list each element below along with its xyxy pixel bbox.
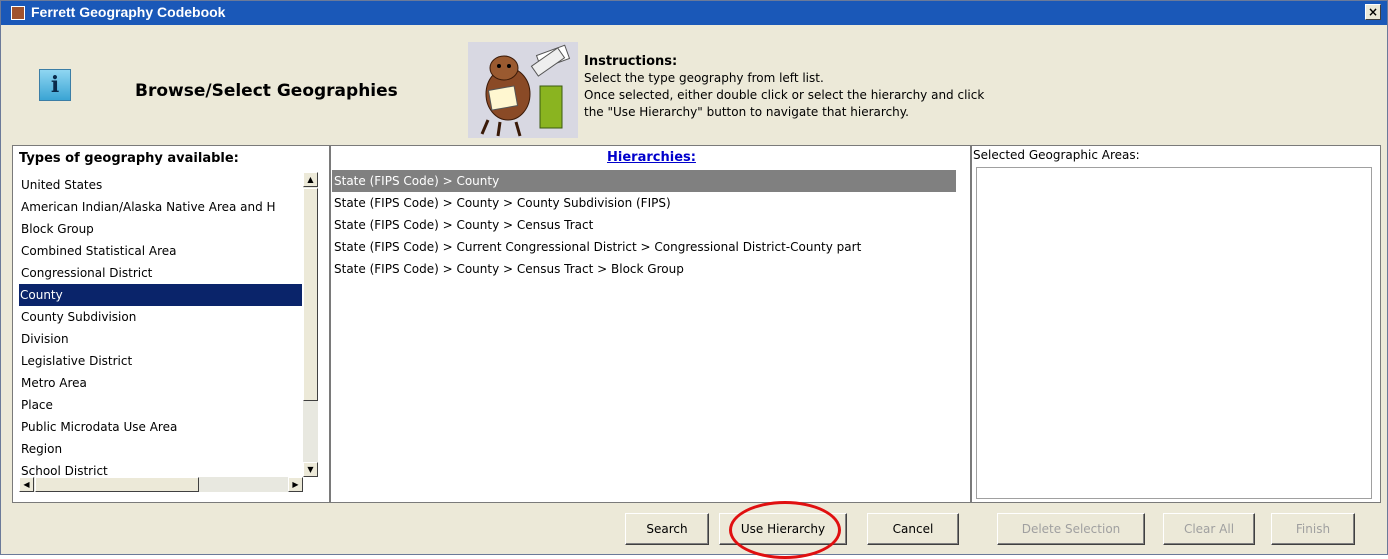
instructions-heading: Instructions: (584, 54, 678, 69)
scroll-left-icon[interactable]: ◀ (19, 477, 34, 492)
info-icon: i (39, 69, 71, 101)
hierarchy-item-state-congressional-district[interactable]: State (FIPS Code) > Current Congressiona… (332, 236, 956, 258)
instructions-line-1: Select the type geography from left list… (584, 71, 824, 85)
list-item-place[interactable]: Place (20, 394, 301, 416)
hierarchies-list[interactable]: State (FIPS Code) > County State (FIPS C… (332, 170, 956, 280)
types-horizontal-scrollbar[interactable]: ◀ ▶ (19, 477, 303, 492)
hierarchies-panel: Hierarchies: State (FIPS Code) > County … (330, 145, 971, 503)
selected-areas-list[interactable] (976, 167, 1372, 499)
instructions: Instructions: Select the type geography … (584, 53, 984, 121)
list-item-metro-area[interactable]: Metro Area (20, 372, 301, 394)
geography-types-list[interactable]: United States American Indian/Alaska Nat… (18, 170, 311, 492)
list-item-united-states[interactable]: United States (20, 174, 301, 196)
list-item-division[interactable]: Division (20, 328, 301, 350)
ferrett-geography-codebook-window: Ferrett Geography Codebook × i Browse/Se… (0, 0, 1388, 559)
scroll-up-icon[interactable]: ▲ (303, 172, 318, 187)
list-item-county[interactable]: County (19, 284, 302, 306)
delete-selection-button[interactable]: Delete Selection (997, 513, 1145, 545)
horizontal-scroll-thumb[interactable] (35, 477, 199, 492)
hierarchy-item-state-county-subdivision[interactable]: State (FIPS Code) > County > County Subd… (332, 192, 956, 214)
title-bar: Ferrett Geography Codebook × (1, 1, 1387, 25)
scroll-right-icon[interactable]: ▶ (288, 477, 303, 492)
instructions-line-3: the "Use Hierarchy" button to navigate t… (584, 105, 909, 119)
ferrett-app-icon (11, 6, 25, 20)
finish-button[interactable]: Finish (1271, 513, 1355, 545)
clear-all-button[interactable]: Clear All (1163, 513, 1255, 545)
list-item-region[interactable]: Region (20, 438, 301, 460)
selected-areas-header: Selected Geographic Areas: (973, 148, 1140, 162)
vertical-scroll-thumb[interactable] (303, 188, 318, 401)
instructions-line-2: Once selected, either double click or se… (584, 88, 985, 102)
hierarchy-item-state-county[interactable]: State (FIPS Code) > County (332, 170, 956, 192)
selected-areas-panel: Selected Geographic Areas: (971, 145, 1381, 503)
list-item-american-indian[interactable]: American Indian/Alaska Native Area and H (20, 196, 301, 218)
list-item-block-group[interactable]: Block Group (20, 218, 301, 240)
list-item-legislative-district[interactable]: Legislative District (20, 350, 301, 372)
close-button[interactable]: × (1365, 4, 1381, 20)
geography-types-panel: Types of geography available: United Sta… (12, 145, 330, 503)
scroll-down-icon[interactable]: ▼ (303, 462, 318, 477)
header-area: i Browse/Select Geographies Instructions… (1, 25, 1387, 141)
list-item-public-microdata-use-area[interactable]: Public Microdata Use Area (20, 416, 301, 438)
window-title: Ferrett Geography Codebook (31, 4, 226, 20)
cancel-button[interactable]: Cancel (867, 513, 959, 545)
search-button[interactable]: Search (625, 513, 709, 545)
hierarchies-header-link[interactable]: Hierarchies: (331, 150, 972, 165)
list-item-combined-statistical-area[interactable]: Combined Statistical Area (20, 240, 301, 262)
page-title: Browse/Select Geographies (135, 81, 398, 101)
list-item-county-subdivision[interactable]: County Subdivision (20, 306, 301, 328)
use-hierarchy-button[interactable]: Use Hierarchy (719, 513, 847, 545)
types-vertical-scrollbar[interactable]: ▲ ▼ (303, 172, 318, 477)
list-item-congressional-district[interactable]: Congressional District (20, 262, 301, 284)
hierarchy-item-state-county-tract-block-group[interactable]: State (FIPS Code) > County > Census Trac… (332, 258, 956, 280)
hierarchy-item-state-county-census-tract[interactable]: State (FIPS Code) > County > Census Trac… (332, 214, 956, 236)
ferret-mascot-image (468, 42, 578, 138)
geography-types-header: Types of geography available: (19, 151, 239, 166)
